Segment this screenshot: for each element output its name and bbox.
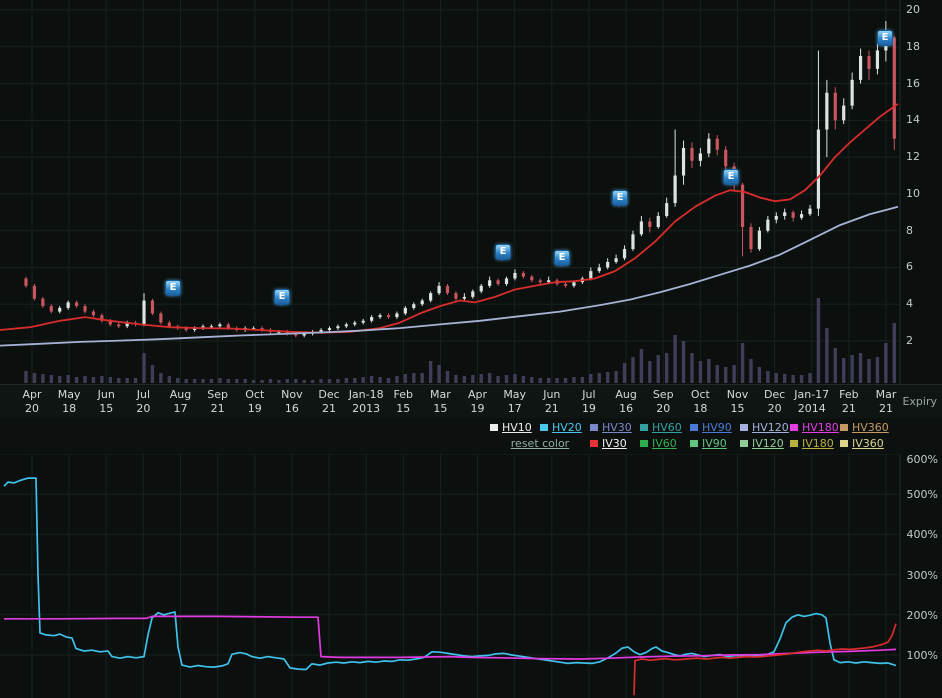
earnings-marker[interactable]: E xyxy=(274,289,290,306)
volatility-axis-label: 500% xyxy=(906,488,938,502)
price-axis-label: 16 xyxy=(906,76,920,90)
legend-item-iv60-swatch xyxy=(640,440,648,447)
volatility-axis-label: 300% xyxy=(906,568,938,582)
legend-item-iv90-swatch xyxy=(690,440,698,447)
earnings-marker[interactable]: E xyxy=(612,190,628,207)
legend-item-iv90[interactable]: IV90 xyxy=(690,437,740,450)
legend-item-hv360-label: HV360 xyxy=(852,421,889,434)
volatility-chart-canvas[interactable] xyxy=(0,454,942,698)
legend-item-hv30-label: HV30 xyxy=(602,421,632,434)
price-chart-panel: 20 18 16 14 12 10 8 6 4 2 E E E E E E E xyxy=(0,0,942,384)
hv-legend-row: HV10 HV20 HV30 HV60 HV90 HV120 HV180 HV360 xyxy=(490,421,890,434)
legend-item-iv180-label: IV180 xyxy=(802,437,834,450)
price-axis-label: 20 xyxy=(906,2,920,16)
volatility-chart-panel: 600% 500% 400% 300% 200% 100% xyxy=(0,453,942,698)
legend-item-hv120-label: HV120 xyxy=(752,421,789,434)
legend-item-hv180-swatch xyxy=(790,424,798,431)
earnings-marker[interactable]: E xyxy=(723,169,739,186)
legend-item-iv120[interactable]: IV120 xyxy=(740,437,790,450)
price-axis-label: 18 xyxy=(906,39,920,53)
legend-item-iv360-swatch xyxy=(840,440,848,447)
legend-item-iv180[interactable]: IV180 xyxy=(790,437,840,450)
tick-month: Mar xyxy=(875,388,897,401)
iv-legend-row: reset color IV30 IV60 IV90 IV120 IV180 IV360 xyxy=(490,437,890,450)
reset-color-link-label: reset color xyxy=(510,437,570,450)
earnings-marker[interactable]: E xyxy=(554,250,570,267)
legend-item-iv360-label: IV360 xyxy=(852,437,884,450)
legend-item-iv120-label: IV120 xyxy=(752,437,784,450)
legend-item-hv360[interactable]: HV360 xyxy=(840,421,890,434)
series-iv30 xyxy=(633,623,897,696)
legend-item-iv90-label: IV90 xyxy=(702,437,727,450)
series-legend-bar: HV10 HV20 HV30 HV60 HV90 HV120 HV180 HV360 rese… xyxy=(0,418,942,454)
series-hv180 xyxy=(4,615,897,660)
legend-item-iv60[interactable]: IV60 xyxy=(640,437,690,450)
tick-day: 21 xyxy=(878,402,893,415)
legend-item-iv30[interactable]: IV30 xyxy=(590,437,640,450)
legend-item-hv120-swatch xyxy=(740,424,748,431)
earnings-marker[interactable]: E xyxy=(877,30,893,47)
legend-item-hv10-swatch xyxy=(490,424,498,431)
legend-item-hv30-swatch xyxy=(590,424,598,431)
legend-item-hv60[interactable]: HV60 xyxy=(640,421,690,434)
legend-item-hv180-label: HV180 xyxy=(802,421,839,434)
reset-color-link[interactable]: reset color xyxy=(490,437,590,450)
legend-item-hv90-label: HV90 xyxy=(702,421,732,434)
volatility-axis-label: 100% xyxy=(906,649,938,662)
price-axis-label: 14 xyxy=(906,113,920,127)
legend-item-iv30-label: IV30 xyxy=(602,437,627,450)
legend-item-iv180-swatch xyxy=(790,440,798,447)
series-hv20 xyxy=(3,477,897,671)
legend-item-iv120-swatch xyxy=(740,440,748,447)
legend-item-hv120[interactable]: HV120 xyxy=(740,421,790,434)
expiry-tick-label: Mar 21 xyxy=(864,388,908,416)
legend-item-hv60-label: HV60 xyxy=(652,421,682,434)
volatility-chart-app: 20 18 16 14 12 10 8 6 4 2 E E E E E E E Expiry Apr 20 May 1… xyxy=(0,0,942,698)
price-axis-label: 2 xyxy=(906,334,913,347)
legend-item-hv180[interactable]: HV180 xyxy=(790,421,840,434)
price-axis-label: 12 xyxy=(906,150,920,164)
volatility-axis-label: 600% xyxy=(906,453,938,466)
legend-item-hv60-swatch xyxy=(640,424,648,431)
earnings-marker[interactable]: E xyxy=(165,280,181,297)
blue-long-ma-line xyxy=(0,205,899,347)
price-axis-label: 10 xyxy=(906,186,920,200)
legend-item-hv10[interactable]: HV10 xyxy=(490,421,540,434)
volatility-axis-label: 400% xyxy=(906,528,938,542)
legend-item-iv30-swatch xyxy=(590,440,598,447)
expiry-axis-strip: Expiry Apr 20 May 18 Jun 15 Jul 20 Aug 17 Sep 21 Oct… xyxy=(0,384,942,419)
legend-item-iv360[interactable]: IV360 xyxy=(840,437,890,450)
earnings-marker[interactable]: E xyxy=(495,244,511,261)
volatility-axis-label: 200% xyxy=(906,608,938,622)
legend-item-hv30[interactable]: HV30 xyxy=(590,421,640,434)
legend-item-hv10-label: HV10 xyxy=(502,421,532,434)
legend-item-hv90[interactable]: HV90 xyxy=(690,421,740,434)
legend-item-hv20-label: HV20 xyxy=(552,421,582,434)
legend-item-hv360-swatch xyxy=(840,424,848,431)
legend-item-hv20-swatch xyxy=(540,424,548,431)
price-axis-label: 6 xyxy=(906,260,913,274)
legend-item-hv90-swatch xyxy=(690,424,698,431)
red-trend-line xyxy=(0,103,899,334)
price-chart-canvas[interactable] xyxy=(0,0,942,384)
legend-item-hv20[interactable]: HV20 xyxy=(540,421,590,434)
price-axis-label: 8 xyxy=(906,223,913,237)
legend-item-iv60-label: IV60 xyxy=(652,437,677,450)
price-axis-label: 4 xyxy=(906,297,913,311)
